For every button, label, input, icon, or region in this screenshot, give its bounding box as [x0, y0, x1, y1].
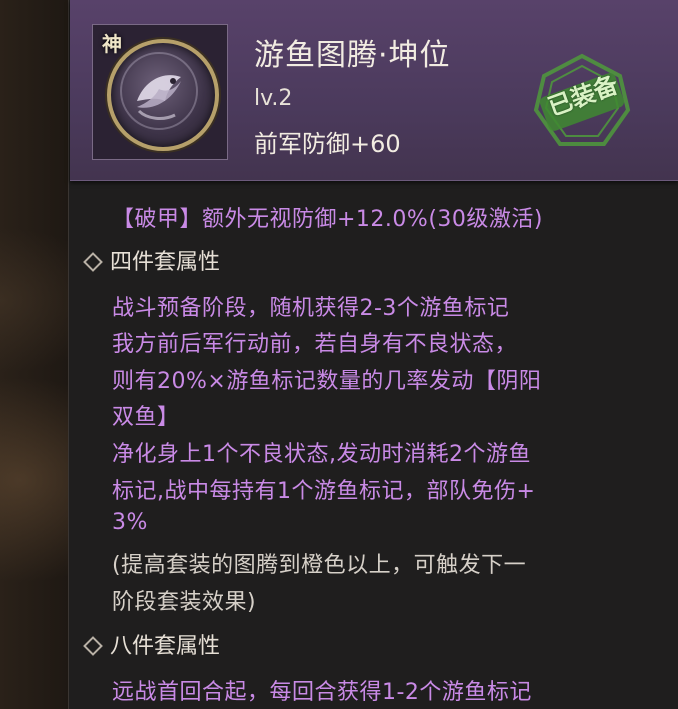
- four-set-hint-line: 阶段套装效果): [112, 590, 257, 615]
- totem-level: lv.2: [254, 86, 293, 111]
- four-set-line: 我方前后军行动前，若自身有不良状态，: [112, 332, 518, 357]
- totem-main-stat: 前军防御+60: [254, 130, 401, 158]
- four-set-line: 双鱼】: [112, 405, 180, 430]
- diamond-bullet-icon: [83, 635, 103, 656]
- four-set-line: 净化身上1个不良状态,发动时消耗2个游鱼: [112, 442, 531, 467]
- four-set-hint-line: (提高套装的图腾到橙色以上，可触发下一: [112, 553, 527, 578]
- totem-icon-frame[interactable]: 神: [92, 24, 228, 160]
- totem-header-card: 神 游鱼图腾·坤位 lv.2 前军防御+60 已装备: [70, 0, 678, 181]
- diamond-bullet-icon: [83, 251, 103, 272]
- four-set-line: 战斗预备阶段，随机获得2-3个游鱼标记: [112, 296, 510, 321]
- totem-title: 游鱼图腾·坤位: [254, 38, 451, 73]
- eight-set-title: 八件套属性: [110, 634, 221, 659]
- pojia-effect-line: 【破甲】额外无视防御+12.0%(30级激活): [112, 207, 543, 232]
- four-set-line: 3%: [112, 510, 148, 535]
- four-set-title: 四件套属性: [110, 250, 221, 275]
- eight-set-section-header: 八件套属性: [82, 628, 220, 660]
- four-set-line: 标记,战中每持有1个游鱼标记，部队免伤+: [112, 479, 536, 504]
- divine-tier-badge: 神: [102, 32, 122, 56]
- four-set-section-header: 四件套属性: [82, 244, 220, 276]
- eight-set-line: 远战首回合起，每回合获得1-2个游鱼标记: [112, 680, 532, 705]
- four-set-line: 则有20%×游鱼标记数量的几率发动【阴阳: [112, 369, 542, 394]
